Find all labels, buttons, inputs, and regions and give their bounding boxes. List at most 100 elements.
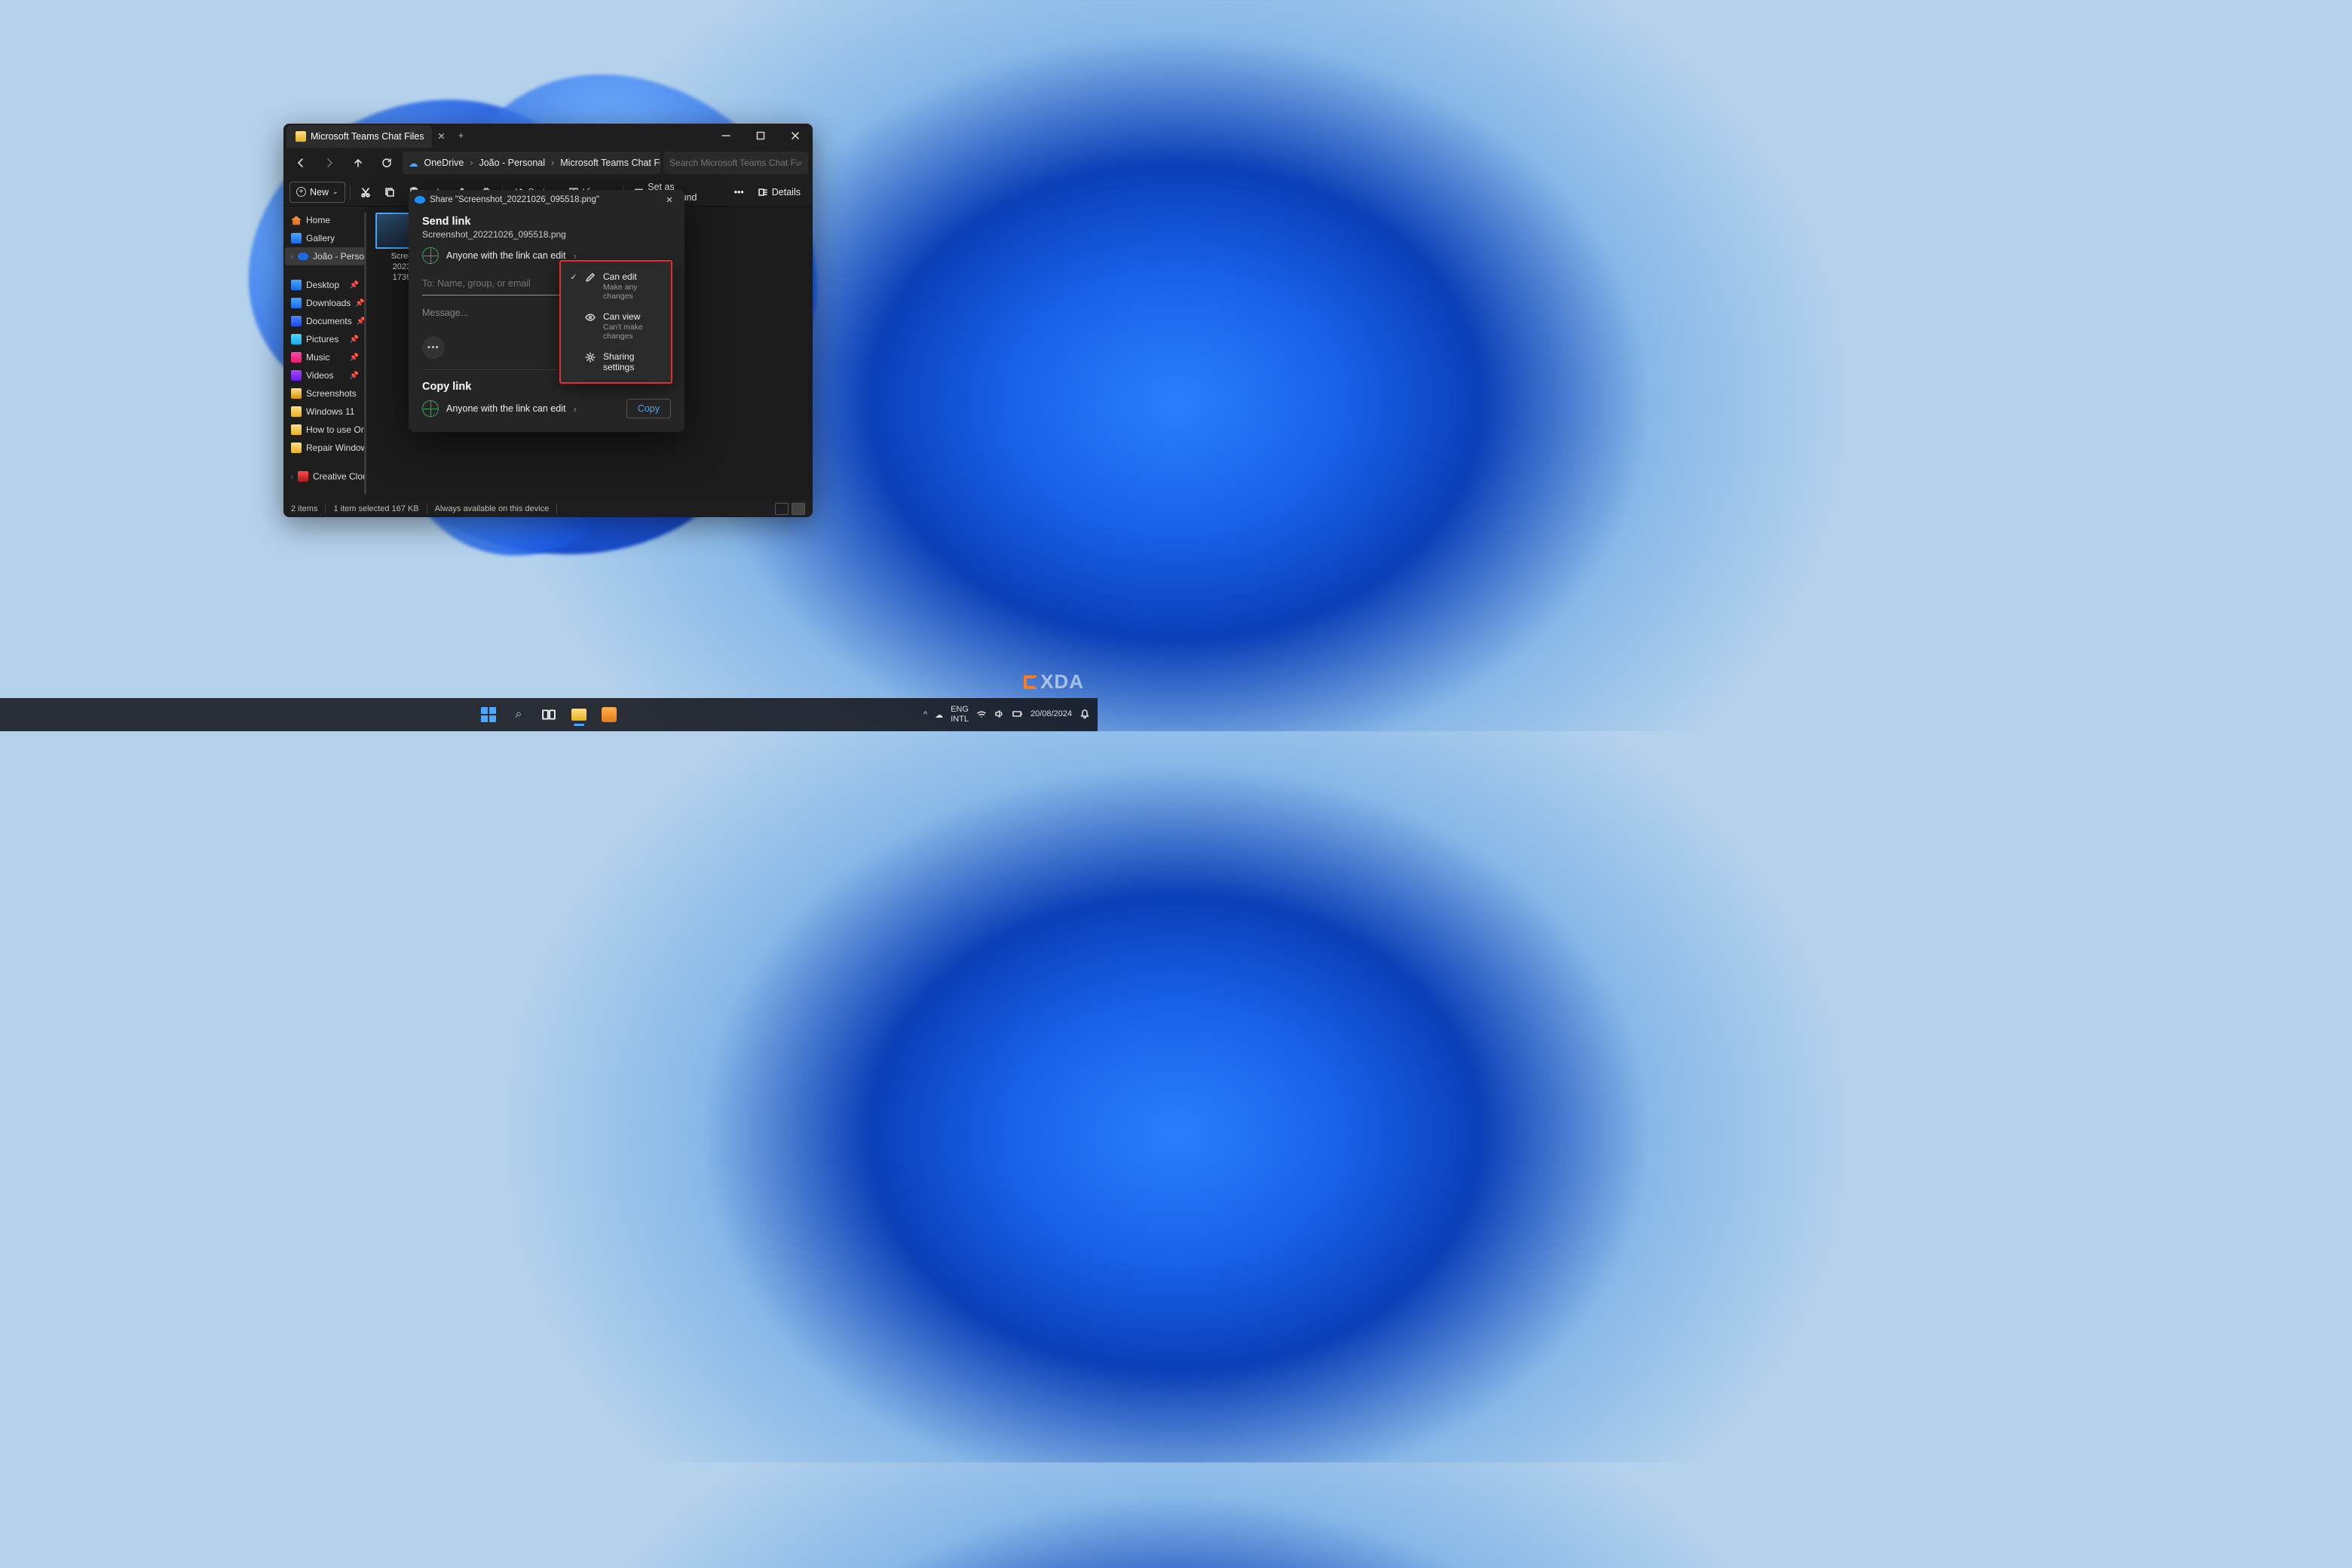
check-icon: ✓	[570, 271, 577, 282]
app-icon	[602, 707, 617, 722]
chevron-down-icon: ⌄	[332, 188, 338, 196]
eye-icon	[585, 311, 596, 326]
status-item-count: 2 items	[291, 504, 317, 513]
downloads-icon	[291, 298, 302, 308]
pin-icon: 📌	[350, 354, 359, 362]
pin-icon: 📌	[357, 317, 366, 326]
nav-back-button[interactable]	[288, 152, 314, 174]
chevron-right-icon: ›	[573, 403, 576, 415]
more-button[interactable]: •••	[728, 182, 750, 203]
nav-up-button[interactable]	[345, 152, 371, 174]
taskbar-search[interactable]: ⌕	[506, 702, 531, 727]
view-details-button[interactable]	[775, 503, 789, 515]
globe-icon	[422, 400, 439, 417]
share-filename: Screenshot_20221026_095518.png	[422, 229, 671, 240]
music-icon	[291, 352, 302, 363]
home-icon	[291, 215, 302, 225]
window-tab[interactable]: Microsoft Teams Chat Files	[286, 125, 432, 148]
breadcrumb-item[interactable]: Microsoft Teams Chat Files	[557, 158, 660, 168]
sidebar-documents[interactable]: Documents📌	[285, 312, 365, 330]
sidebar-videos[interactable]: Videos📌	[285, 366, 365, 384]
more-options-button[interactable]: •••	[422, 336, 445, 359]
tray-chevron-icon[interactable]: ^	[923, 710, 927, 719]
share-heading: Send link	[422, 216, 671, 228]
tray-battery-icon[interactable]	[1012, 709, 1023, 721]
status-availability: Always available on this device	[435, 504, 550, 513]
sidebar-pictures[interactable]: Pictures📌	[285, 330, 365, 348]
close-button[interactable]	[778, 124, 813, 148]
start-button[interactable]	[476, 702, 501, 727]
sidebar-home[interactable]: Home	[285, 211, 365, 229]
nav-forward-button[interactable]	[317, 152, 342, 174]
pin-icon: 📌	[355, 299, 364, 308]
tab-add-button[interactable]: +	[452, 124, 471, 148]
chevron-right-icon: ›	[291, 473, 293, 480]
folder-icon	[291, 443, 302, 453]
permission-flyout: ✓ Can edit Make any changes Can view Can…	[559, 260, 672, 384]
chevron-right-icon: ›	[551, 158, 554, 168]
tray-onedrive-icon[interactable]: ☁	[935, 710, 943, 720]
clock[interactable]: 20/08/2024	[1031, 709, 1072, 719]
breadcrumb-item[interactable]: João - Personal	[476, 158, 548, 168]
search-icon: ⌕	[797, 158, 802, 169]
watermark: XDA	[1024, 670, 1084, 694]
share-close-button[interactable]: ✕	[660, 192, 678, 207]
tray-wifi-icon[interactable]	[976, 709, 987, 721]
language-indicator[interactable]: ENGINTL	[951, 705, 969, 724]
sidebar-repair[interactable]: Repair Windows	[285, 439, 365, 457]
copy-link-settings[interactable]: Anyone with the link can edit ›	[422, 400, 577, 417]
sidebar-creative-cloud[interactable]: ›Creative Cloud F	[285, 467, 365, 485]
creative-cloud-icon	[298, 471, 308, 482]
copy-button[interactable]	[378, 182, 401, 203]
breadcrumb-item[interactable]: OneDrive	[421, 158, 467, 168]
folder-icon	[291, 406, 302, 417]
chevron-right-icon: ›	[470, 158, 473, 168]
globe-icon	[422, 247, 439, 264]
desktop-icon	[291, 280, 302, 290]
copy-button[interactable]: Copy	[626, 399, 671, 418]
sidebar-howto[interactable]: How to use One	[285, 421, 365, 439]
taskbar-app[interactable]	[596, 702, 622, 727]
tray-volume-icon[interactable]	[994, 709, 1005, 721]
breadcrumb-bar[interactable]: ☁ OneDrive › João - Personal › Microsoft…	[403, 152, 660, 174]
maximize-button[interactable]	[743, 124, 778, 148]
new-button[interactable]: + New ⌄	[289, 182, 345, 203]
plus-icon: +	[296, 187, 306, 197]
folder-icon	[296, 131, 306, 142]
permission-can-edit[interactable]: ✓ Can edit Make any changes	[561, 266, 671, 306]
taskbar: ⌕ ^ ☁ ENGINTL 20/08/2024	[0, 698, 1098, 731]
sidebar-music[interactable]: Music📌	[285, 348, 365, 366]
pin-icon: 📌	[350, 281, 359, 289]
videos-icon	[291, 370, 302, 381]
search-input[interactable]	[669, 158, 797, 168]
nav-refresh-button[interactable]	[374, 152, 400, 174]
documents-icon	[291, 316, 302, 326]
details-button[interactable]: Details	[752, 182, 807, 203]
cloud-icon	[298, 251, 308, 262]
tray-notifications-icon[interactable]	[1080, 709, 1090, 721]
onedrive-icon	[415, 196, 425, 204]
sidebar-downloads[interactable]: Downloads📌	[285, 294, 365, 312]
sidebar-onedrive-personal[interactable]: ›João - Personal	[285, 247, 365, 265]
tab-title: Microsoft Teams Chat Files	[311, 131, 424, 142]
sidebar-screenshots[interactable]: Screenshots	[285, 384, 365, 403]
status-selected: 1 item selected 167 KB	[333, 504, 418, 513]
folder-icon	[291, 388, 302, 399]
folder-icon	[291, 424, 302, 435]
pin-icon: 📌	[350, 335, 359, 344]
permission-can-view[interactable]: Can view Can't make changes	[561, 306, 671, 346]
pin-icon: 📌	[350, 372, 359, 380]
taskbar-explorer[interactable]	[566, 702, 592, 727]
sidebar-windows11[interactable]: Windows 11	[285, 403, 365, 421]
sharing-settings[interactable]: Sharing settings	[561, 346, 671, 378]
sidebar-gallery[interactable]: Gallery	[285, 229, 365, 247]
chevron-right-icon: ›	[291, 253, 293, 260]
search-box[interactable]: ⌕	[663, 152, 808, 174]
minimize-button[interactable]	[709, 124, 743, 148]
taskbar-taskview[interactable]	[536, 702, 562, 727]
sidebar-desktop[interactable]: Desktop📌	[285, 276, 365, 294]
tab-close-button[interactable]: ✕	[432, 124, 452, 148]
pencil-icon	[585, 271, 596, 286]
view-thumbnails-button[interactable]	[792, 503, 805, 515]
cut-button[interactable]	[354, 182, 377, 203]
